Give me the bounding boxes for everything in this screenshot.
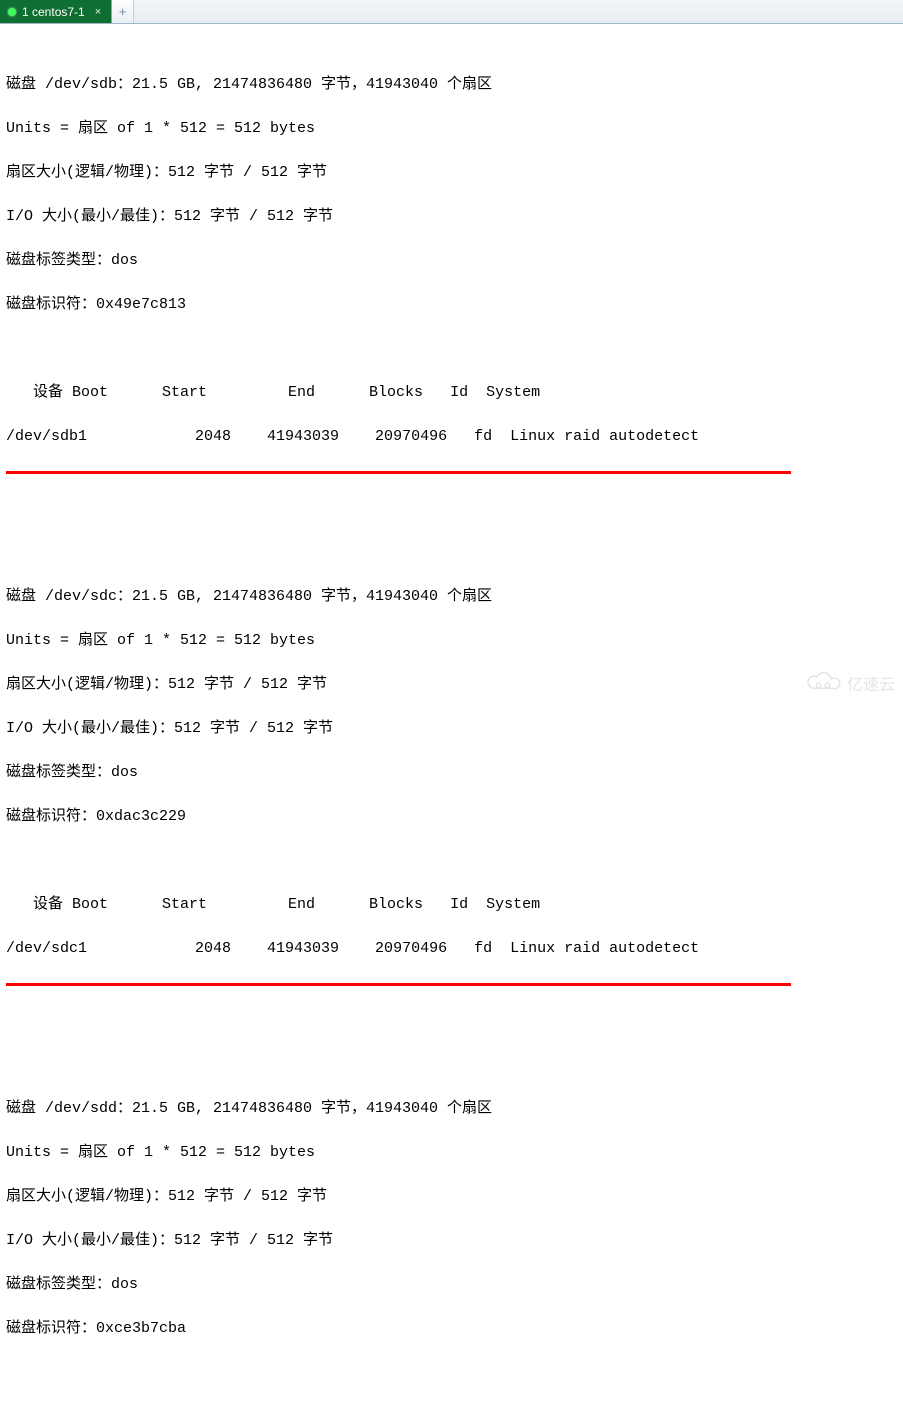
highlight-underline-icon <box>6 471 791 474</box>
tab-bar: 1 centos7-1 × + <box>0 0 903 24</box>
disk-label-type: 磁盘标签类型：dos <box>6 762 897 784</box>
disk-sector-size: 扇区大小(逻辑/物理)：512 字节 / 512 字节 <box>6 162 897 184</box>
disk-io-size: I/O 大小(最小/最佳)：512 字节 / 512 字节 <box>6 206 897 228</box>
disk-sector-size: 扇区大小(逻辑/物理)：512 字节 / 512 字节 <box>6 1186 897 1208</box>
cloud-icon <box>805 671 841 695</box>
disk-block-sdb: 磁盘 /dev/sdb：21.5 GB, 21474836480 字节，4194… <box>6 52 897 498</box>
disk-io-size: I/O 大小(最小/最佳)：512 字节 / 512 字节 <box>6 718 897 740</box>
tab-label: 1 centos7-1 <box>22 5 85 19</box>
disk-label-type: 磁盘标签类型：dos <box>6 250 897 272</box>
disk-identifier: 磁盘标识符：0x49e7c813 <box>6 294 897 316</box>
blank-line <box>6 850 897 872</box>
disk-units: Units = 扇区 of 1 * 512 = 512 bytes <box>6 118 897 140</box>
disk-header: 磁盘 /dev/sdd：21.5 GB, 21474836480 字节，4194… <box>6 1098 897 1120</box>
plus-icon: + <box>119 4 127 19</box>
terminal-output[interactable]: 磁盘 /dev/sdb：21.5 GB, 21474836480 字节，4194… <box>0 24 903 1406</box>
partition-row: /dev/sdc1 2048 41943039 20970496 fd Linu… <box>6 938 897 960</box>
partition-columns: 设备 Boot Start End Blocks Id System <box>6 382 897 404</box>
blank-line <box>6 1362 897 1384</box>
close-icon[interactable]: × <box>95 6 101 18</box>
new-tab-button[interactable]: + <box>112 0 134 23</box>
disk-units: Units = 扇区 of 1 * 512 = 512 bytes <box>6 1142 897 1164</box>
disk-identifier: 磁盘标识符：0xdac3c229 <box>6 806 897 828</box>
blank-line <box>6 520 897 542</box>
partition-columns: 设备 Boot Start End Blocks Id System <box>6 894 897 916</box>
status-dot-icon <box>8 8 16 16</box>
watermark-text: 亿速云 <box>847 671 895 695</box>
disk-header: 磁盘 /dev/sdc：21.5 GB, 21474836480 字节，4194… <box>6 586 897 608</box>
disk-label-type: 磁盘标签类型：dos <box>6 1274 897 1296</box>
disk-block-sdc: 磁盘 /dev/sdc：21.5 GB, 21474836480 字节，4194… <box>6 564 897 1010</box>
disk-header: 磁盘 /dev/sdb：21.5 GB, 21474836480 字节，4194… <box>6 74 897 96</box>
watermark: 亿速云 <box>805 671 895 695</box>
partition-row: /dev/sdb1 2048 41943039 20970496 fd Linu… <box>6 426 897 448</box>
highlight-underline-icon <box>6 983 791 986</box>
disk-units: Units = 扇区 of 1 * 512 = 512 bytes <box>6 630 897 652</box>
disk-sector-size: 扇区大小(逻辑/物理)：512 字节 / 512 字节 <box>6 674 897 696</box>
blank-line <box>6 1032 897 1054</box>
tab-centos7-1[interactable]: 1 centos7-1 × <box>0 0 112 23</box>
blank-line <box>6 338 897 360</box>
disk-block-sdd: 磁盘 /dev/sdd：21.5 GB, 21474836480 字节，4194… <box>6 1076 897 1406</box>
disk-io-size: I/O 大小(最小/最佳)：512 字节 / 512 字节 <box>6 1230 897 1252</box>
disk-identifier: 磁盘标识符：0xce3b7cba <box>6 1318 897 1340</box>
